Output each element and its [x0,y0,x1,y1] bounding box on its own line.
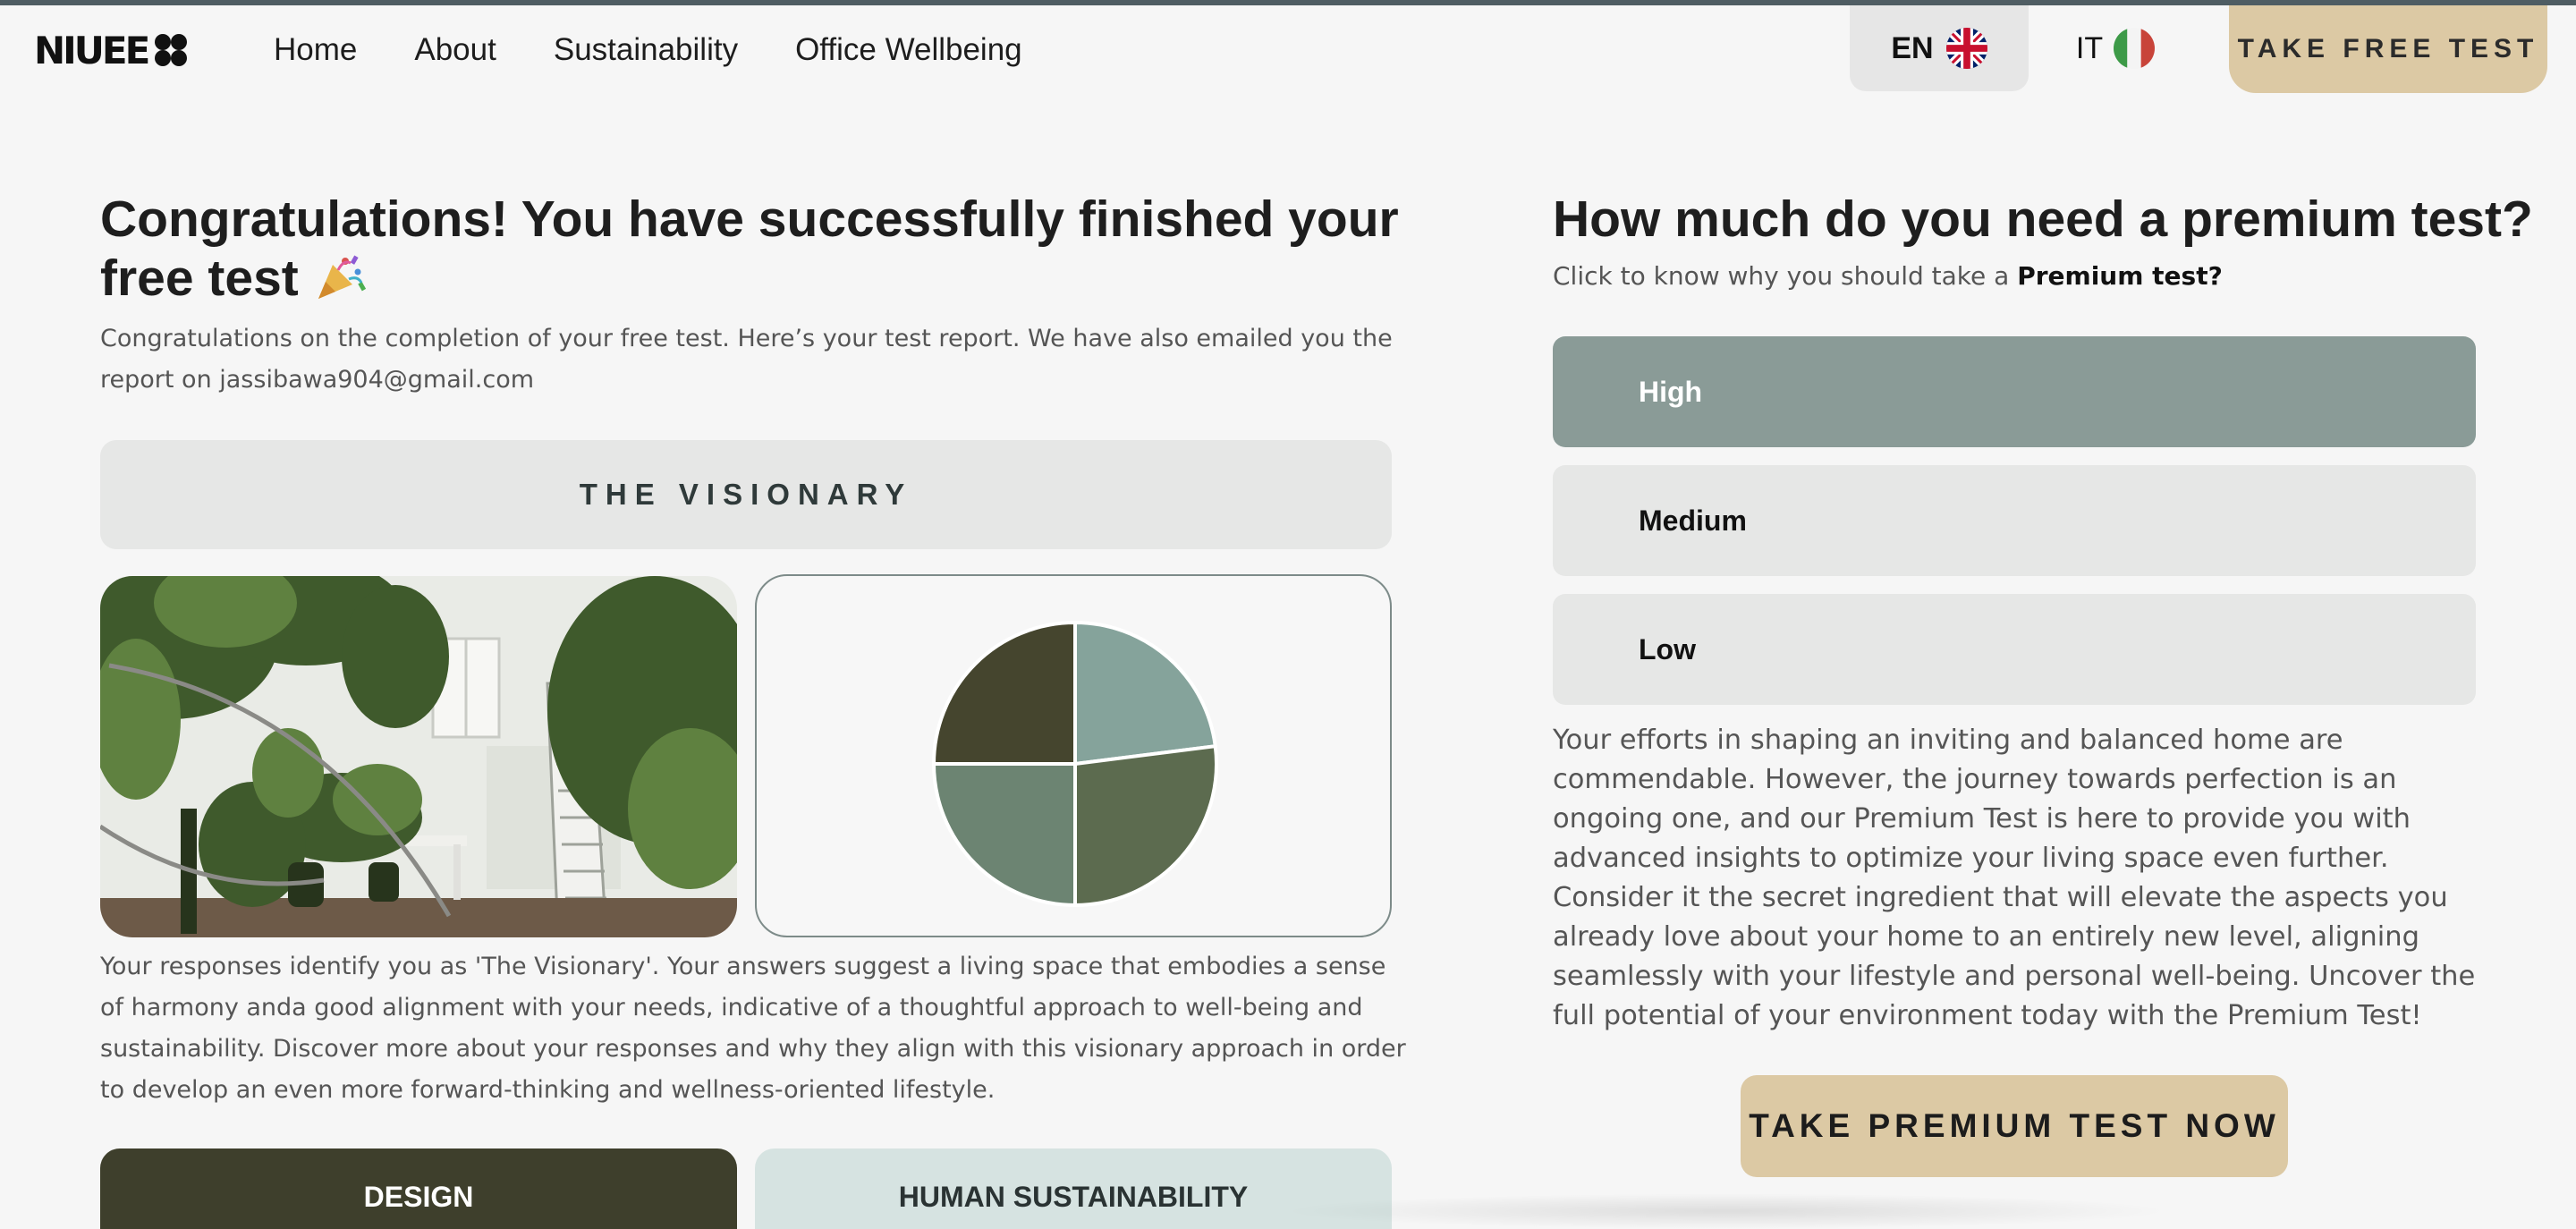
nav-link-sustainability[interactable]: Sustainability [554,27,738,73]
logo[interactable]: NIUEE [34,25,188,75]
premium-subtitle: Click to know why you should take a Prem… [1553,256,2537,297]
premium-description: Your efforts in shaping an inviting and … [1553,725,2476,1031]
need-option-low-label: Low [1639,632,1696,665]
congrats-title: Congratulations! You have successfully f… [100,190,1406,308]
take-free-test-button[interactable]: TAKE FREE TEST [2229,5,2547,93]
pie-slice-4 [931,620,1077,766]
language-en-button[interactable]: EN [1850,5,2029,91]
logo-text: NIUEE [34,28,150,72]
language-it-label: IT [2075,30,2104,65]
language-it-button[interactable]: IT [2057,5,2174,91]
party-popper-icon [313,252,367,302]
need-option-high-label: High [1639,375,1703,408]
need-option-low[interactable]: Low [1553,594,2476,705]
uk-flag-icon [1945,28,1987,69]
need-option-high[interactable]: High [1553,336,2476,447]
category-tab-human-sustainability-label: HUMAN SUSTAINABILITY [898,1181,1249,1213]
nav-link-office-wellbeing[interactable]: Office Wellbeing [795,27,1022,73]
logo-mark-icon [155,34,188,66]
interior-plants-photo [100,576,737,937]
need-option-medium-label: Medium [1639,504,1747,537]
nav-links: Home About Sustainability Office Wellbei… [274,27,1022,73]
pie-slice-2 [1073,743,1218,908]
premium-title: How much do you need a premium test? [1553,191,2533,248]
premium-subtitle-text: Click to know why you should take a [1553,261,2018,291]
result-pie-chart [931,620,1218,908]
personality-type-label: THE VISIONARY [579,478,913,511]
congrats-title-text: Congratulations! You have successfully f… [100,191,1399,307]
personality-type-banner: THE VISIONARY [100,440,1392,549]
nav-link-home[interactable]: Home [274,27,357,73]
category-tab-design-label: DESIGN [363,1181,474,1213]
italy-flag-icon [2114,28,2156,69]
need-option-medium[interactable]: Medium [1553,465,2476,576]
bottom-shadow [1279,1193,2174,1229]
result-description: Your responses identify you as 'The Visi… [100,953,1406,1104]
category-tab-design[interactable]: DESIGN [100,1148,737,1229]
language-en-label: EN [1891,30,1934,65]
pie-slice-3 [931,762,1077,908]
result-pie-chart-card [755,574,1392,937]
nav-link-about[interactable]: About [414,27,496,73]
take-premium-test-button[interactable]: TAKE PREMIUM TEST NOW [1741,1075,2288,1177]
premium-test-link[interactable]: Premium test? [2017,261,2223,291]
navbar: NIUEE Home About Sustainability Office W… [0,5,2576,95]
pie-slice-1 [1073,620,1217,767]
intro-text: Congratulations on the completion of you… [100,325,1393,394]
